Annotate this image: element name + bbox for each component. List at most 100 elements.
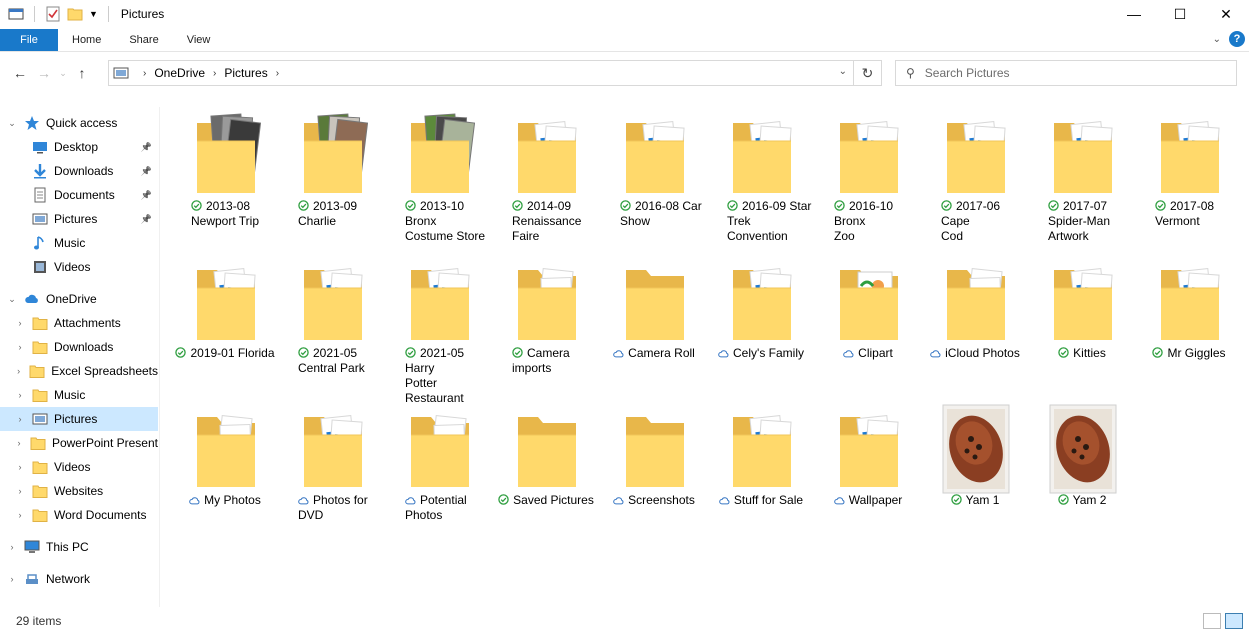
expand-chevron-icon[interactable]: › <box>14 510 26 520</box>
folder-item-saved-pictures[interactable]: Saved Pictures <box>494 401 598 541</box>
folder-item-photos-for-dvd[interactable]: Photos for DVD <box>280 401 384 541</box>
nav-item-pictures[interactable]: Pictures 📌 <box>0 207 158 231</box>
nav-item-word-documents[interactable]: › Word Documents <box>0 503 158 527</box>
folder-item-cely-s-family[interactable]: Cely's Family <box>709 254 813 394</box>
nav-item-pictures[interactable]: › Pictures <box>0 407 158 431</box>
cloud-only-status-icon <box>298 494 309 505</box>
nav-item-this-pc[interactable]: › This PC <box>0 535 158 559</box>
close-button[interactable]: ✕ <box>1203 0 1249 28</box>
expand-chevron-icon[interactable]: › <box>14 342 26 352</box>
folder-item-2016-09-star-trek-convention[interactable]: 2016-09 Star Trek Convention <box>709 107 813 247</box>
back-button[interactable]: ← <box>8 61 32 85</box>
expand-ribbon-chevron-icon[interactable]: ⌄ <box>1213 34 1221 45</box>
window-icon[interactable] <box>8 6 24 22</box>
expand-chevron-icon[interactable]: › <box>14 318 26 328</box>
nav-item-network[interactable]: › Network <box>0 567 158 591</box>
search-input[interactable]: ⚲ Search Pictures <box>895 60 1237 86</box>
folder-item-2017-07-spider-man-artwork[interactable]: 2017-07 Spider-Man Artwork <box>1030 107 1134 247</box>
breadcrumb-onedrive[interactable]: OneDrive <box>154 66 205 80</box>
folder-item-2013-08-newport-trip[interactable]: 2013-08 Newport Trip <box>173 107 277 247</box>
folder-item-2016-10-bronx-zoo[interactable]: 2016-10 Bronx Zoo <box>816 107 920 247</box>
folder-item-kitties[interactable]: Kitties <box>1030 254 1134 394</box>
folder-item-2016-08-car-show[interactable]: 2016-08 Car Show <box>602 107 706 247</box>
breadcrumb-separator-icon[interactable]: › <box>143 68 146 79</box>
nav-item-websites[interactable]: › Websites <box>0 479 158 503</box>
expand-chevron-icon[interactable]: › <box>6 574 18 584</box>
item-label-text: Convention <box>727 229 788 243</box>
folder-item-mr-giggles[interactable]: Mr Giggles <box>1137 254 1241 394</box>
folder-item-wallpaper[interactable]: Wallpaper <box>816 401 920 541</box>
tab-file[interactable]: File <box>0 29 58 51</box>
pin-icon[interactable]: 📌 <box>141 190 152 201</box>
expand-chevron-icon[interactable]: › <box>14 414 26 424</box>
folder-item-2014-09-renaissance-faire[interactable]: 2014-09 Renaissance Faire <box>494 107 598 247</box>
collapse-chevron-icon[interactable]: ⌄ <box>6 118 18 129</box>
item-label: Yam 2 <box>1030 493 1134 508</box>
minimize-button[interactable]: — <box>1111 0 1157 28</box>
nav-item-excel-spreadsheets[interactable]: › Excel Spreadsheets <box>0 359 158 383</box>
tab-home[interactable]: Home <box>58 29 115 51</box>
address-dropdown-chevron-icon[interactable]: ⌄ <box>839 66 847 77</box>
nav-item-downloads[interactable]: Downloads 📌 <box>0 159 158 183</box>
nav-item-music[interactable]: › Music <box>0 383 158 407</box>
tab-view[interactable]: View <box>173 29 225 51</box>
expand-chevron-icon[interactable]: › <box>14 390 26 400</box>
help-icon[interactable]: ? <box>1229 31 1245 47</box>
breadcrumb-separator-icon[interactable]: › <box>276 68 279 79</box>
nav-item-music[interactable]: Music <box>0 231 158 255</box>
nav-item-attachments[interactable]: › Attachments <box>0 311 158 335</box>
folder-item-2019-01-florida[interactable]: 2019-01 Florida <box>173 254 277 394</box>
expand-chevron-icon[interactable]: › <box>14 462 26 472</box>
item-label-text: Vermont <box>1155 214 1200 228</box>
folder-item-2021-05-harry-potter-restaurant[interactable]: 2021-05 Harry Potter Restaurant <box>387 254 491 405</box>
folder-item-stuff-for-sale[interactable]: Stuff for Sale <box>709 401 813 541</box>
collapse-chevron-icon[interactable]: ⌄ <box>6 294 18 305</box>
nav-item-documents[interactable]: Documents 📌 <box>0 183 158 207</box>
pin-icon[interactable]: 📌 <box>141 214 152 225</box>
details-view-button[interactable] <box>1203 613 1221 629</box>
up-button[interactable]: ↑ <box>70 61 94 85</box>
expand-chevron-icon[interactable]: › <box>14 366 23 376</box>
nav-item-desktop[interactable]: Desktop 📌 <box>0 135 158 159</box>
large-icons-view-button[interactable] <box>1225 613 1243 629</box>
forward-button[interactable]: → <box>32 61 56 85</box>
new-folder-icon[interactable] <box>67 6 83 22</box>
folder-item-2013-10-bronx-costume-store[interactable]: 2013-10 Bronx Costume Store <box>387 107 491 247</box>
folder-item-2021-05-central-park[interactable]: 2021-05 Central Park <box>280 254 384 394</box>
folder-item-my-photos[interactable]: My Photos <box>173 401 277 541</box>
breadcrumb-separator-icon[interactable]: › <box>213 68 216 79</box>
address-bar[interactable]: › OneDrive › Pictures › ⌄ <box>108 60 854 86</box>
properties-icon[interactable] <box>45 6 61 22</box>
nav-item-videos[interactable]: › Videos <box>0 455 158 479</box>
expand-chevron-icon[interactable]: › <box>6 542 18 552</box>
folder-item-clipart[interactable]: Clipart <box>816 254 920 394</box>
expand-chevron-icon[interactable]: › <box>14 486 26 496</box>
customize-qa-chevron-icon[interactable]: ▼ <box>89 9 98 19</box>
file-item-yam-2[interactable]: Yam 2 <box>1030 401 1134 541</box>
folder-item-2013-09-charlie[interactable]: 2013-09 Charlie <box>280 107 384 247</box>
folder-item-camera-roll[interactable]: Camera Roll <box>602 254 706 394</box>
tab-share[interactable]: Share <box>115 29 172 51</box>
folder-item-icloud-photos[interactable]: iCloud Photos <box>923 254 1027 394</box>
maximize-button[interactable]: ☐ <box>1157 0 1203 28</box>
videos-icon <box>32 259 48 275</box>
nav-item-videos[interactable]: Videos <box>0 255 158 279</box>
nav-item-downloads[interactable]: › Downloads <box>0 335 158 359</box>
nav-item-onedrive[interactable]: ⌄ OneDrive <box>0 287 158 311</box>
breadcrumb-pictures[interactable]: Pictures <box>224 66 267 80</box>
expand-chevron-icon[interactable]: › <box>14 438 24 448</box>
item-label-line: Screenshots <box>602 493 706 508</box>
item-label: iCloud Photos <box>923 346 1027 361</box>
folder-item-camera-imports[interactable]: Camera imports <box>494 254 598 394</box>
folder-item-2017-06-cape-cod[interactable]: 2017-06 Cape Cod <box>923 107 1027 247</box>
file-item-yam-1[interactable]: Yam 1 <box>923 401 1027 541</box>
nav-item-quick-access[interactable]: ⌄ Quick access <box>0 111 158 135</box>
folder-item-potential-photos[interactable]: Potential Photos <box>387 401 491 541</box>
recent-locations-chevron-icon[interactable]: ⌄ <box>56 61 70 85</box>
folder-item-screenshots[interactable]: Screenshots <box>602 401 706 541</box>
pin-icon[interactable]: 📌 <box>141 142 152 153</box>
refresh-button[interactable]: ↻ <box>854 60 882 86</box>
pin-icon[interactable]: 📌 <box>141 166 152 177</box>
folder-item-2017-08-vermont[interactable]: 2017-08 Vermont <box>1137 107 1241 247</box>
nav-item-powerpoint-present[interactable]: › PowerPoint Present <box>0 431 158 455</box>
